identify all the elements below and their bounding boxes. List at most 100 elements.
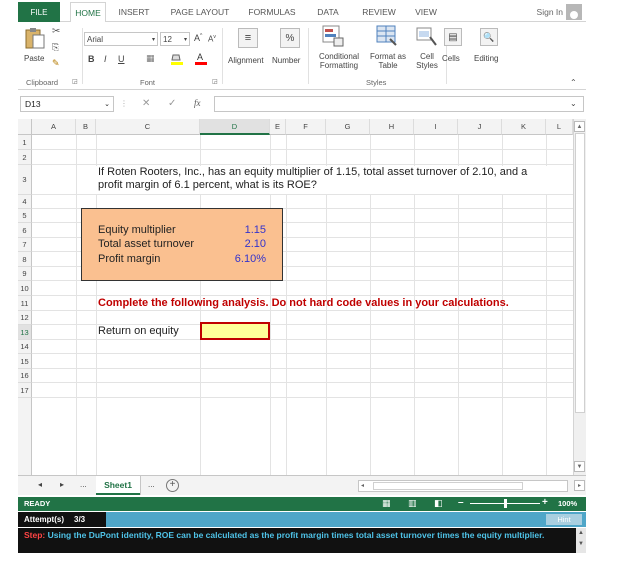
user-icon[interactable] [566,4,582,20]
row-header-3[interactable]: 3 [18,165,32,195]
paste-button[interactable]: Paste [24,54,44,63]
format-painter-icon[interactable]: ✎ [52,58,60,69]
collapse-ribbon-icon[interactable]: ⌃ [570,78,577,87]
row-header-7[interactable]: 7 [18,238,32,252]
row-header-14[interactable]: 14 [18,340,32,354]
column-header-c[interactable]: C [96,119,200,135]
row-header-8[interactable]: 8 [18,252,32,267]
input-value-total-asset-turnover[interactable]: 2.10 [208,238,266,250]
zoom-in-icon[interactable]: + [542,497,548,508]
copy-icon[interactable]: ⎘ [52,42,59,53]
zoom-level[interactable]: 100% [558,499,577,508]
underline-button[interactable]: U [118,54,125,64]
scroll-up-icon[interactable]: ▲ [574,121,585,132]
fill-color-icon[interactable] [170,53,184,65]
enter-icon[interactable]: ✓ [168,98,176,109]
horizontal-scrollbar-thumb[interactable] [373,482,523,490]
select-all-corner[interactable] [18,119,32,135]
tab-view[interactable]: VIEW [410,2,442,22]
scroll-down-icon[interactable]: ▼ [576,538,586,550]
page-layout-view-icon[interactable]: ▥ [408,498,417,509]
format-as-table-button[interactable]: Format as Table [366,52,410,70]
alignment-icon[interactable]: ≡ [238,28,258,48]
conditional-formatting-icon[interactable] [322,25,344,47]
format-as-table-icon[interactable] [376,25,398,47]
sign-in-label[interactable]: Sign In [537,7,563,17]
vertical-scrollbar[interactable]: ▲ ▼ [573,119,586,475]
row-header-17[interactable]: 17 [18,383,32,398]
scroll-up-icon[interactable]: ▲ [576,528,586,538]
row-header-13[interactable]: 13 [18,325,32,340]
scrollbar-thumb[interactable] [575,133,585,413]
formula-input[interactable] [214,96,584,112]
binoculars-icon[interactable]: 🔍 [480,28,498,46]
row-header-12[interactable]: 12 [18,311,32,325]
next-sheet-icon[interactable]: ▸ [60,480,64,489]
tab-page-layout[interactable]: PAGE LAYOUT [168,2,232,22]
column-header-g[interactable]: G [326,119,370,135]
column-header-i[interactable]: I [414,119,458,135]
tab-formulas[interactable]: FORMULAS [244,2,300,22]
row-header-6[interactable]: 6 [18,223,32,238]
column-header-e[interactable]: E [270,119,286,135]
sheet-tab-sheet1[interactable]: Sheet1 [96,476,140,495]
cancel-icon[interactable]: ✕ [142,98,150,109]
scroll-right-icon[interactable]: ▸ [574,480,585,491]
column-header-h[interactable]: H [370,119,414,135]
add-sheet-icon[interactable]: + [166,479,179,492]
hint-button[interactable]: Hint [546,514,582,525]
zoom-out-icon[interactable]: – [458,497,464,508]
row-header-10[interactable]: 10 [18,281,32,296]
column-header-d[interactable]: D [200,119,270,135]
row-header-11[interactable]: 11 [18,296,32,311]
input-value-equity-multiplier[interactable]: 1.15 [208,224,266,236]
percent-icon[interactable]: % [280,28,300,48]
row-header-15[interactable]: 15 [18,354,32,369]
number-button[interactable]: Number [272,56,300,65]
decrease-font-icon[interactable]: Av [208,34,216,44]
row-header-5[interactable]: 5 [18,209,32,223]
input-label-equity-multiplier[interactable]: Equity multiplier [98,224,176,236]
sign-in[interactable]: Sign In [537,2,582,22]
output-cell-roe[interactable] [200,322,270,340]
sheets-ellipsis-left[interactable]: ... [80,480,87,489]
question-cell[interactable]: If Roten Rooters, Inc., has an equity mu… [96,166,566,194]
worksheet-grid[interactable]: A B C D E F G H I J K L 1 2 3 4 5 6 7 8 … [18,119,573,475]
horizontal-scrollbar[interactable]: ◂ [358,480,568,492]
font-size-select[interactable]: 12 ▾ [160,32,190,46]
scroll-down-icon[interactable]: ▼ [574,461,585,472]
column-header-l[interactable]: L [546,119,573,135]
tab-file[interactable]: FILE [18,2,60,22]
insert-function-icon[interactable]: fx [194,98,201,108]
prev-sheet-icon[interactable]: ◂ [38,480,42,489]
font-name-select[interactable]: Arial ▾ [84,32,158,46]
sheets-ellipsis-right[interactable]: ... [148,480,155,489]
row-header-1[interactable]: 1 [18,135,32,150]
font-launcher-icon[interactable]: ◲ [212,78,218,85]
cells-icon[interactable]: ▤ [444,28,462,46]
column-header-f[interactable]: F [286,119,326,135]
paste-icon[interactable] [24,26,46,50]
normal-view-icon[interactable]: ▦ [382,498,391,509]
clipboard-launcher-icon[interactable]: ◲ [72,78,78,85]
cells-button[interactable]: Cells [442,54,460,63]
column-header-a[interactable]: A [32,119,76,135]
cut-icon[interactable]: ✂ [52,26,60,37]
font-color-icon[interactable]: A [194,52,208,65]
bold-button[interactable]: B [88,54,95,64]
input-value-profit-margin[interactable]: 6.10% [208,253,266,265]
alignment-button[interactable]: Alignment [228,56,264,65]
editing-button[interactable]: Editing [474,54,498,63]
tab-home[interactable]: HOME [70,2,106,23]
column-header-k[interactable]: K [502,119,546,135]
cell-styles-button[interactable]: Cell Styles [410,52,444,70]
conditional-formatting-button[interactable]: Conditional Formatting [314,52,364,70]
tab-review[interactable]: REVIEW [356,2,402,22]
row-header-9[interactable]: 9 [18,267,32,281]
row-header-16[interactable]: 16 [18,369,32,383]
column-header-b[interactable]: B [76,119,96,135]
borders-icon[interactable]: ▦ [146,53,155,64]
expand-formula-icon[interactable]: ⌄ [570,99,577,108]
name-box[interactable]: D13 ⌄ [20,96,114,112]
column-header-j[interactable]: J [458,119,502,135]
